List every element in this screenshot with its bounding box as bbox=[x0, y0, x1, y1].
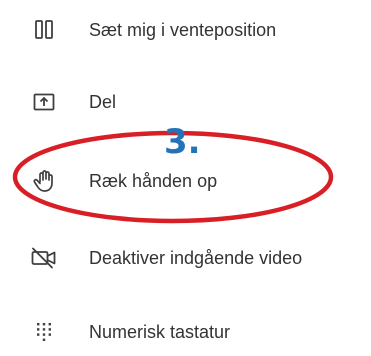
menu-item-raise-hand[interactable]: Ræk hånden op bbox=[0, 157, 371, 205]
menu-item-label: Sæt mig i venteposition bbox=[89, 20, 277, 40]
raise-hand-icon bbox=[30, 167, 58, 195]
menu-item-label: Del bbox=[89, 92, 117, 112]
menu-item-label: Ræk hånden op bbox=[89, 171, 218, 191]
pause-icon bbox=[30, 16, 58, 44]
share-screen-icon bbox=[30, 88, 58, 116]
dialpad-icon bbox=[30, 318, 58, 346]
menu-item-disable-incoming-video[interactable]: Deaktiver indgående video bbox=[0, 234, 371, 282]
step-number-label: 3. bbox=[164, 122, 201, 162]
menu-item-label: Numerisk tastatur bbox=[89, 322, 231, 342]
call-options-menu: Sæt mig i venteposition Del Ræk hånden o… bbox=[0, 0, 371, 347]
menu-item-label: Deaktiver indgående video bbox=[89, 248, 303, 268]
video-off-icon bbox=[30, 244, 58, 272]
menu-item-share[interactable]: Del bbox=[0, 78, 371, 126]
menu-item-hold[interactable]: Sæt mig i venteposition bbox=[0, 6, 371, 54]
menu-item-dialpad[interactable]: Numerisk tastatur bbox=[0, 308, 371, 356]
